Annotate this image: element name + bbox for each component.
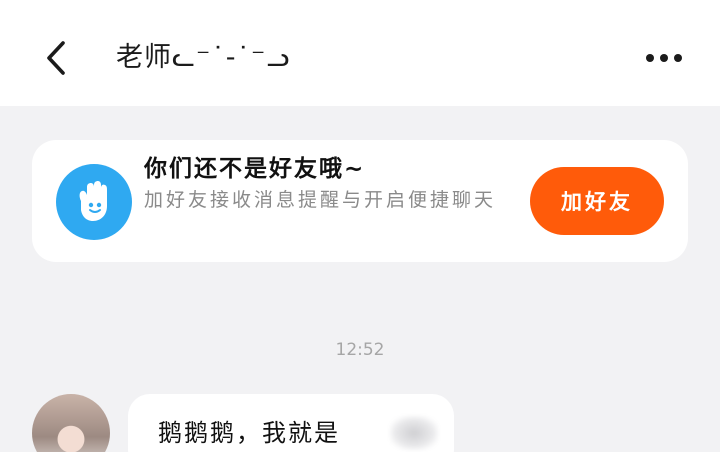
more-options-button[interactable] <box>636 40 692 76</box>
message-bubble[interactable]: 鹅鹅鹅，我就是 <box>128 394 454 452</box>
add-friend-button[interactable]: 加好友 <box>530 167 664 235</box>
chat-title: 老师ᓚ⁻˙-˙⁻ᓗ <box>116 42 291 73</box>
more-dot-icon <box>674 54 682 62</box>
not-friends-subtitle: 加好友接收消息提醒与开启便捷聊天 <box>144 189 497 211</box>
more-dot-icon <box>646 54 654 62</box>
not-friends-title: 你们还不是好友哦~ <box>144 156 366 182</box>
message-timestamp: 12:52 <box>335 340 385 360</box>
more-dot-icon <box>660 54 668 62</box>
hand-wave-icon <box>56 164 132 240</box>
chevron-left-icon <box>47 41 65 75</box>
message-text: 鹅鹅鹅，我就是 <box>158 419 340 447</box>
add-friend-prompt-card: 你们还不是好友哦~ 加好友接收消息提醒与开启便捷聊天 加好友 <box>32 140 688 262</box>
avatar[interactable] <box>32 394 110 452</box>
chat-header: 老师ᓚ⁻˙-˙⁻ᓗ <box>0 0 720 106</box>
back-button[interactable] <box>36 36 76 80</box>
blurred-text-region <box>390 416 438 450</box>
